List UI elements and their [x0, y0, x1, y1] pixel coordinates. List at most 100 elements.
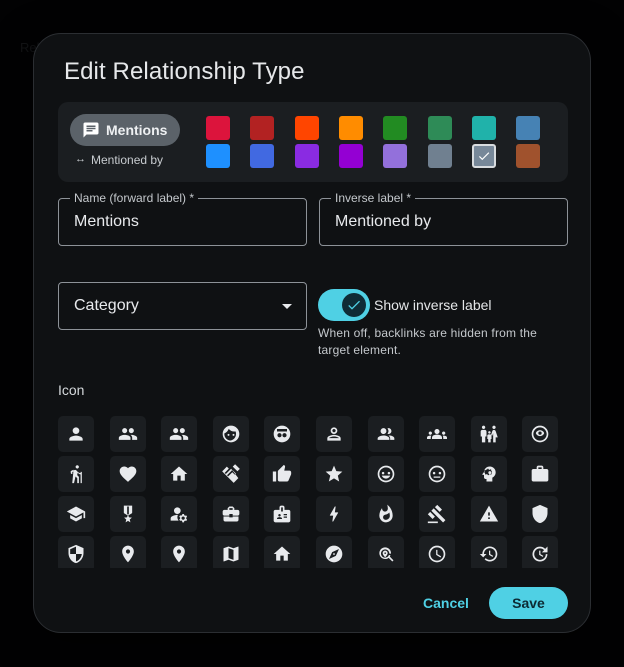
- edit-relationship-dialog: Edit Relationship Type Mentions ↔ Mentio…: [33, 33, 591, 633]
- icon-option-psychology[interactable]: [470, 456, 507, 492]
- icon-option-thumb-up[interactable]: [264, 456, 301, 492]
- search-location-icon: [378, 547, 394, 562]
- icon-option-schedule[interactable]: [419, 536, 456, 568]
- icon-option-military[interactable]: [109, 496, 146, 532]
- icon-option-mood-eye[interactable]: [522, 416, 559, 452]
- icon-option-shield[interactable]: [522, 496, 559, 532]
- icon-option-person[interactable]: [58, 416, 94, 452]
- icon-option-school[interactable]: [58, 496, 94, 532]
- icon-option-people[interactable]: [109, 416, 146, 452]
- icon-picker-grid: [58, 416, 568, 568]
- icon-option-group[interactable]: [161, 416, 198, 452]
- color-swatch[interactable]: [383, 144, 408, 168]
- icon-option-security[interactable]: [58, 536, 94, 568]
- cancel-button[interactable]: Cancel: [414, 587, 478, 619]
- school-icon: [66, 506, 86, 522]
- icon-option-handshake[interactable]: [212, 456, 249, 492]
- icon-option-family[interactable]: [470, 416, 507, 452]
- color-swatch[interactable]: [206, 116, 230, 140]
- warning-icon: [479, 505, 498, 522]
- fire-icon: [378, 504, 393, 523]
- hiking-icon: [70, 465, 82, 484]
- icon-option-search-location[interactable]: [367, 536, 404, 568]
- explore-icon: [325, 545, 343, 563]
- icon-option-fire[interactable]: [367, 496, 404, 532]
- color-swatch[interactable]: [338, 116, 363, 140]
- preview-chip: Mentions: [70, 114, 180, 146]
- icon-option-explore[interactable]: [316, 536, 352, 568]
- person-icon: [69, 427, 83, 441]
- icon-option-map[interactable]: [212, 536, 249, 568]
- color-swatch[interactable]: [471, 144, 496, 168]
- icon-option-place[interactable]: [109, 536, 146, 568]
- icon-option-location[interactable]: [161, 536, 198, 568]
- security-icon: [68, 544, 84, 564]
- icon-option-people-outline[interactable]: [367, 416, 404, 452]
- dropdown-caret-icon: [282, 304, 292, 309]
- inverse-field-value: Mentioned by: [335, 213, 432, 230]
- icon-option-badge[interactable]: [264, 496, 301, 532]
- color-swatch[interactable]: [516, 116, 541, 140]
- color-swatch[interactable]: [383, 116, 408, 140]
- color-swatch[interactable]: [516, 144, 541, 168]
- color-swatch[interactable]: [294, 116, 319, 140]
- icon-option-star[interactable]: [316, 456, 352, 492]
- check-icon: [478, 152, 490, 161]
- work-icon: [532, 465, 549, 482]
- show-inverse-helper: When off, backlinks are hidden from the …: [318, 326, 538, 357]
- icon-option-manage-accounts[interactable]: [161, 496, 198, 532]
- icon-option-heart[interactable]: [109, 456, 146, 492]
- map-icon: [223, 546, 239, 562]
- icon-option-warning[interactable]: [470, 496, 507, 532]
- inverse-field-label: Inverse label *: [331, 191, 416, 205]
- group-icon: [170, 428, 189, 440]
- groups-icon: [427, 429, 448, 439]
- badge-icon: [274, 505, 291, 523]
- icon-option-house[interactable]: [264, 536, 301, 568]
- icon-option-work[interactable]: [522, 456, 559, 492]
- name-field[interactable]: Name (forward label) * Mentions: [58, 191, 307, 246]
- icon-option-gavel[interactable]: [419, 496, 456, 532]
- home-icon: [170, 466, 188, 481]
- people-icon: [118, 428, 137, 440]
- color-swatch[interactable]: [250, 116, 275, 140]
- people-outline-icon: [377, 428, 394, 440]
- color-swatch[interactable]: [338, 144, 363, 168]
- thumb-up-icon: [273, 464, 292, 482]
- color-swatch[interactable]: [471, 116, 496, 140]
- color-swatch[interactable]: [250, 144, 275, 168]
- name-field-label: Name (forward label) *: [70, 191, 199, 205]
- color-swatch[interactable]: [427, 144, 452, 168]
- family-icon: [480, 425, 498, 443]
- icon-option-hiking[interactable]: [58, 456, 94, 492]
- face-icon: [222, 425, 240, 443]
- gavel-icon: [428, 504, 446, 524]
- face-retouch-icon: [274, 425, 291, 443]
- preview-inverse: ↔ Mentioned by: [75, 153, 163, 167]
- place-icon: [121, 545, 134, 563]
- toggle-knob: [342, 293, 366, 317]
- category-placeholder: Category: [74, 297, 139, 314]
- show-inverse-toggle[interactable]: [318, 289, 370, 321]
- icon-option-face-retouch[interactable]: [264, 416, 301, 452]
- save-button[interactable]: Save: [489, 587, 568, 619]
- color-swatch[interactable]: [206, 144, 230, 168]
- comment-icon: [83, 122, 99, 138]
- icon-option-update[interactable]: [522, 536, 559, 568]
- icon-option-face[interactable]: [212, 416, 249, 452]
- icon-option-person-outline[interactable]: [316, 416, 352, 452]
- icon-option-groups[interactable]: [419, 416, 456, 452]
- icon-option-business-center[interactable]: [212, 496, 249, 532]
- color-swatch[interactable]: [427, 116, 452, 140]
- icon-option-history[interactable]: [470, 536, 507, 568]
- color-swatch[interactable]: [294, 144, 319, 168]
- category-select[interactable]: Category: [58, 282, 307, 330]
- psychology-icon: [482, 466, 496, 482]
- icon-option-bolt[interactable]: [316, 496, 352, 532]
- icon-option-smile[interactable]: [367, 456, 404, 492]
- icon-option-neutral[interactable]: [419, 456, 456, 492]
- icon-option-home[interactable]: [161, 456, 198, 492]
- preview-chip-label: Mentions: [106, 122, 168, 138]
- inverse-label-field[interactable]: Inverse label * Mentioned by: [319, 191, 568, 246]
- location-icon: [173, 545, 186, 563]
